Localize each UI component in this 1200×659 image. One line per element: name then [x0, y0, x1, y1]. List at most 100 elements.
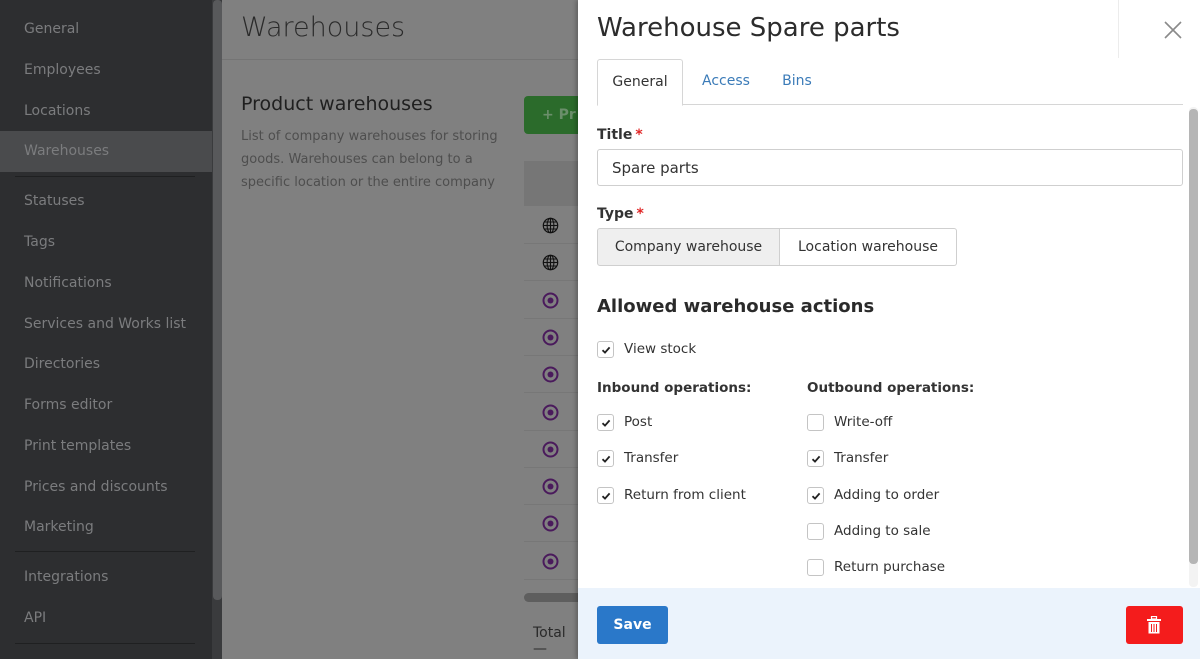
- table-row[interactable]: [524, 282, 584, 319]
- sidebar-item-warehouses[interactable]: Warehouses: [0, 131, 212, 172]
- sidebar-divider: [15, 643, 195, 644]
- drawer-title: Warehouse Spare parts: [597, 13, 900, 43]
- checkbox[interactable]: [597, 486, 614, 504]
- checkbox[interactable]: [807, 414, 824, 431]
- sidebar-item-notifications[interactable]: Notifications: [0, 263, 212, 304]
- sidebar-divider: [15, 551, 195, 552]
- checkbox[interactable]: [807, 559, 824, 577]
- checkbox-label: Return from client: [624, 486, 746, 503]
- drawer-footer: Save: [578, 588, 1200, 659]
- sidebar-item-statuses[interactable]: Statuses: [0, 181, 212, 222]
- outbound-heading: Outbound operations:: [807, 380, 975, 396]
- table-row[interactable]: [524, 244, 584, 282]
- allowed-actions-heading: Allowed warehouse actions: [597, 296, 875, 317]
- checkmark-icon: [601, 456, 611, 464]
- sidebar-item-directories[interactable]: Directories: [0, 344, 212, 385]
- table-row[interactable]: [524, 319, 584, 356]
- checkmark-icon: [811, 456, 821, 464]
- checkbox[interactable]: [597, 450, 614, 468]
- table-row[interactable]: [524, 431, 584, 468]
- checkbox-label: Transfer: [834, 450, 889, 467]
- type-option-location-warehouse[interactable]: Location warehouse: [780, 228, 957, 266]
- drawer-tabs: General Access Bins: [597, 59, 1183, 106]
- checkbox-label: Post: [624, 414, 653, 430]
- sidebar-item-tags[interactable]: Tags: [0, 222, 212, 263]
- table-horizontal-scrollbar[interactable]: [524, 593, 584, 602]
- required-marker: *: [636, 206, 644, 222]
- sidebar-item-employees[interactable]: Employees: [0, 50, 212, 91]
- tab-access[interactable]: Access: [691, 59, 761, 105]
- location-target-icon: [542, 553, 559, 570]
- close-button[interactable]: [1161, 18, 1185, 42]
- sidebar-item-forms-editor[interactable]: Forms editor: [0, 385, 212, 426]
- sidebar-scrollbar[interactable]: [212, 0, 222, 659]
- sidebar-item-locations[interactable]: Locations: [0, 91, 212, 132]
- page-header: Warehouses: [222, 0, 578, 60]
- tab-bins[interactable]: Bins: [773, 59, 821, 105]
- checkmark-icon: [601, 492, 611, 500]
- checkbox[interactable]: [597, 341, 614, 358]
- save-button[interactable]: Save: [597, 606, 668, 644]
- drawer-scrollbar[interactable]: [1189, 107, 1198, 587]
- location-target-icon: [542, 441, 559, 458]
- close-divider: [1118, 0, 1119, 58]
- globe-icon: [542, 217, 559, 234]
- checkbox[interactable]: [807, 522, 824, 540]
- drawer-scrollbar-thumb[interactable]: [1189, 109, 1198, 564]
- type-field-label: Type *: [597, 206, 644, 222]
- warehouse-edit-drawer: Warehouse Spare parts General Access Bin…: [578, 0, 1200, 659]
- table-row[interactable]: [524, 543, 584, 580]
- close-icon: [1164, 21, 1182, 39]
- table-row[interactable]: [524, 394, 584, 431]
- section-description: List of company warehouses for storing g…: [241, 129, 498, 190]
- sidebar-divider: [15, 176, 195, 177]
- section-title: Product warehouses: [241, 93, 433, 115]
- title-input[interactable]: [597, 149, 1183, 186]
- table-row[interactable]: [524, 468, 584, 506]
- checkmark-icon: [601, 419, 611, 427]
- checkbox-label: View stock: [624, 341, 697, 357]
- sidebar-item-marketing[interactable]: Marketing: [0, 507, 212, 548]
- checkmark-icon: [811, 492, 821, 500]
- sidebar-item-services-and-works[interactable]: Services and Works list: [0, 304, 212, 345]
- location-target-icon: [542, 404, 559, 421]
- table-header: [524, 161, 584, 206]
- table-row[interactable]: [524, 505, 584, 543]
- table-row[interactable]: [524, 207, 584, 244]
- checkbox-label: Write-off: [834, 414, 893, 430]
- title-field-label: Title *: [597, 127, 643, 143]
- trash-icon: [1147, 616, 1161, 634]
- sidebar-scrollbar-thumb[interactable]: [213, 0, 222, 600]
- checkbox[interactable]: [807, 486, 824, 504]
- delete-button[interactable]: [1126, 606, 1183, 644]
- checkmark-icon: [601, 346, 611, 354]
- checkbox-label: Adding to order: [834, 486, 940, 503]
- required-marker: *: [635, 127, 643, 143]
- location-target-icon: [542, 515, 559, 532]
- sidebar-item-general[interactable]: General: [0, 9, 212, 50]
- sidebar-item-prices-and-discounts[interactable]: Prices and discounts: [0, 467, 212, 508]
- type-option-company-warehouse[interactable]: Company warehouse: [597, 228, 780, 266]
- title-label-text: Title: [597, 127, 633, 143]
- type-label-text: Type: [597, 206, 634, 222]
- inbound-heading: Inbound operations:: [597, 380, 752, 396]
- table-row[interactable]: [524, 356, 584, 394]
- location-target-icon: [542, 329, 559, 346]
- warehouses-page: Warehouses Product warehouses List of co…: [222, 0, 584, 659]
- checkbox-label: Return purchase: [834, 559, 946, 576]
- checkbox[interactable]: [597, 414, 614, 431]
- globe-icon: [542, 254, 559, 271]
- sidebar-item-integrations[interactable]: Integrations: [0, 557, 212, 598]
- sidebar-item-api[interactable]: API: [0, 598, 212, 639]
- checkbox-label: Adding to sale: [834, 522, 931, 539]
- tab-general[interactable]: General: [597, 59, 683, 106]
- location-target-icon: [542, 292, 559, 309]
- sidebar-item-print-templates[interactable]: Print templates: [0, 426, 212, 467]
- page-title: Warehouses: [241, 12, 406, 43]
- location-target-icon: [542, 478, 559, 495]
- add-warehouse-button[interactable]: + Pr: [524, 96, 584, 134]
- checkbox[interactable]: [807, 450, 824, 468]
- location-target-icon: [542, 366, 559, 383]
- settings-sidebar: General Employees Locations Warehouses S…: [0, 0, 212, 659]
- total-label: Total —: [533, 625, 566, 657]
